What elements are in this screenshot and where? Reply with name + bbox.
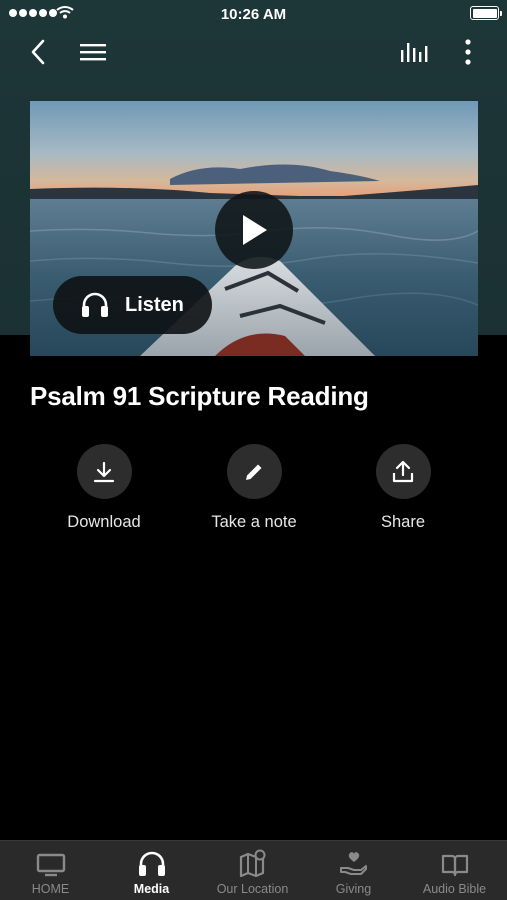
share-icon — [392, 460, 414, 482]
tab-home-label: HOME — [31, 882, 70, 896]
take-note-label: Take a note — [211, 513, 297, 531]
menu-icon — [80, 44, 106, 61]
map-icon — [239, 849, 265, 877]
equalizer-icon — [401, 43, 428, 62]
bottom-tab-bar: HOME Media Our Location Giving Audio Bib… — [0, 840, 507, 900]
download-icon — [93, 461, 115, 482]
tab-our-location-label: Our Location — [216, 882, 289, 896]
download-button[interactable]: Download — [34, 444, 174, 532]
listen-label: Listen — [125, 293, 184, 316]
status-bar: 10:26 AM — [0, 0, 507, 28]
media-thumbnail[interactable]: Listen — [30, 101, 478, 356]
take-note-circle[interactable] — [226, 444, 282, 499]
download-circle[interactable] — [76, 444, 132, 499]
tab-home[interactable]: HOME — [0, 841, 101, 900]
tv-icon — [36, 853, 65, 877]
pencil-icon — [246, 464, 262, 480]
tab-giving-label: Giving — [335, 882, 372, 896]
battery-icon — [470, 6, 502, 20]
tab-audio-bible-label: Audio Bible — [422, 882, 487, 896]
tab-giving[interactable]: Giving — [303, 841, 404, 900]
menu-button[interactable] — [77, 36, 109, 68]
take-note-button[interactable]: Take a note — [184, 444, 324, 532]
play-icon — [243, 215, 267, 245]
book-icon — [441, 854, 468, 877]
tab-audio-bible[interactable]: Audio Bible — [404, 841, 505, 900]
play-button[interactable] — [215, 191, 293, 269]
share-circle[interactable] — [375, 444, 431, 499]
listen-button[interactable]: Listen — [53, 276, 212, 334]
more-vert-icon — [465, 39, 471, 65]
more-options-button[interactable] — [452, 36, 484, 68]
tab-media-label: Media — [133, 882, 170, 896]
tab-media[interactable]: Media — [101, 841, 202, 900]
equalizer-button[interactable] — [398, 36, 430, 68]
headphones-icon — [138, 851, 165, 876]
download-label: Download — [67, 513, 141, 531]
status-time: 10:26 AM — [220, 6, 287, 23]
tab-our-location[interactable]: Our Location — [202, 841, 303, 900]
headphones-icon — [82, 292, 108, 317]
share-label: Share — [380, 513, 426, 531]
giving-hand-icon — [339, 852, 367, 875]
share-button[interactable]: Share — [333, 444, 473, 532]
page-title: Psalm 91 Scripture Reading — [30, 381, 369, 411]
back-icon — [31, 39, 45, 65]
back-button[interactable] — [22, 36, 54, 68]
